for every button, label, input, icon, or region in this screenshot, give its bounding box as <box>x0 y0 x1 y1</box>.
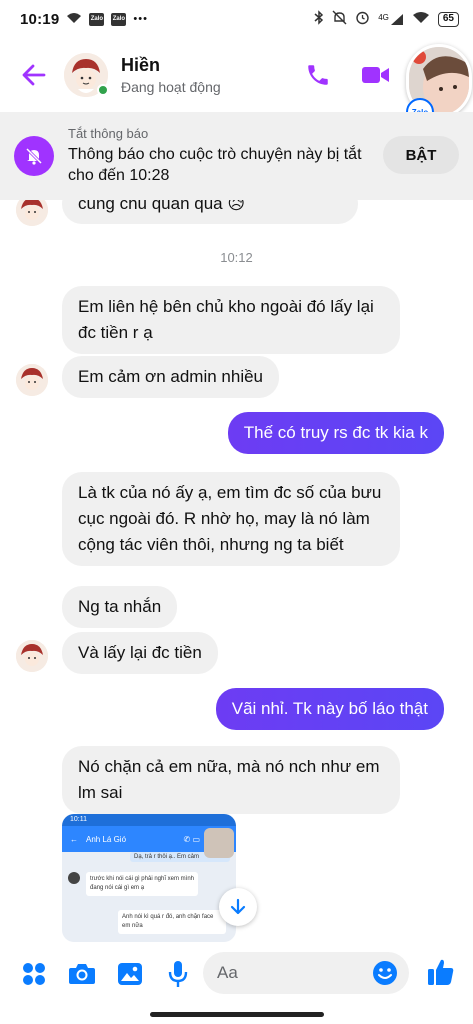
message-bubble[interactable]: Và lấy lại đc tiền <box>62 632 218 674</box>
image-message[interactable]: 10:11 ← Anh Lá Gió ✆ ▭ Dạ, trả r thôi ạ.… <box>62 814 236 942</box>
phone-icon <box>308 65 328 85</box>
voice-call-button[interactable] <box>305 62 331 93</box>
message-bubble[interactable]: Là tk của nó ấy ạ, em tìm đc số của bưu … <box>62 472 400 566</box>
bluetooth-icon <box>314 10 324 28</box>
back-button[interactable] <box>18 59 50 91</box>
notification-body: Thông báo cho cuộc trò chuyện này bị tắt… <box>68 146 362 184</box>
contact-name[interactable]: Hiền <box>121 55 221 76</box>
home-indicator[interactable] <box>150 1012 324 1017</box>
message-bubble-outgoing[interactable]: Thế có truy rs đc tk kia k <box>227 412 444 454</box>
mute-notification-banner: Tắt thông báo Thông báo cho cuộc trò chu… <box>0 112 473 200</box>
microphone-icon <box>168 961 188 987</box>
chat-header: Hiền Đang hoạt động <box>0 38 473 112</box>
thumbs-up-icon <box>428 959 454 985</box>
zalo-notification-icon: Zalo <box>89 12 105 26</box>
message-list[interactable]: cũng chủ quán quá 😥 10:12 Em liên hệ bên… <box>0 200 473 942</box>
video-camera-icon <box>362 67 389 83</box>
status-bar: 10:19 Zalo Zalo ••• 4G 65 <box>0 0 473 38</box>
more-actions-button[interactable] <box>20 960 48 988</box>
message-input-placeholder: Aa <box>217 963 238 982</box>
message-timestamp: 10:12 <box>220 250 253 265</box>
zalo-notification-icon-2: Zalo <box>111 12 127 26</box>
contact-status: Đang hoạt động <box>121 79 221 95</box>
preview-bubble: Anh nói kì quá r đó, anh chặn face em nữ… <box>118 910 226 934</box>
camera-button[interactable] <box>68 960 96 988</box>
sender-avatar <box>16 200 48 226</box>
image-icon <box>118 963 142 985</box>
message-bubble[interactable]: Ng ta nhắn <box>62 586 178 628</box>
arrow-down-icon <box>230 898 246 915</box>
sender-avatar <box>16 364 48 396</box>
preview-back-icon: ← <box>70 834 78 844</box>
message-bubble[interactable]: Em cảm ơn admin nhiều <box>62 356 280 398</box>
online-indicator <box>97 84 109 96</box>
preview-photo <box>204 828 234 858</box>
grid-icon <box>23 963 45 985</box>
alarm-icon <box>355 10 370 28</box>
back-arrow-icon <box>22 64 46 86</box>
emoji-button[interactable] <box>371 959 399 987</box>
video-call-button[interactable] <box>361 64 391 91</box>
message-bubble-outgoing[interactable]: Vãi nhỉ. Tk này bố láo thật <box>215 688 444 730</box>
preview-avatar <box>68 872 80 884</box>
unmute-button[interactable]: BẬT <box>383 136 459 174</box>
message-bubble[interactable]: cũng chủ quán quá 😥 <box>62 200 358 224</box>
more-notifications-icon: ••• <box>133 13 148 25</box>
preview-top-bar: 10:11 <box>62 814 236 826</box>
scroll-to-bottom-button[interactable] <box>219 888 257 926</box>
gallery-button[interactable] <box>116 960 144 988</box>
notification-title: Tắt thông báo <box>68 126 149 141</box>
network-type: 4G <box>378 12 389 22</box>
camera-icon <box>69 964 95 984</box>
message-bubble[interactable]: Nó chặn cả em nữa, mà nó nch như em lm s… <box>62 746 400 814</box>
message-bubble[interactable]: Em liên hệ bên chủ kho ngoài đó lấy lại … <box>62 286 400 354</box>
voice-message-button[interactable] <box>164 960 192 988</box>
battery-indicator: 65 <box>437 11 459 27</box>
preview-call-icons: ✆ ▭ <box>183 834 200 844</box>
preview-contact-name: Anh Lá Gió <box>86 834 127 844</box>
message-composer: Aa <box>0 942 473 1006</box>
contact-avatar[interactable] <box>64 53 109 97</box>
like-button[interactable] <box>426 957 456 992</box>
wifi-icon <box>412 11 430 27</box>
notification-off-icon <box>14 136 54 176</box>
status-time: 10:19 <box>20 10 60 28</box>
mute-icon <box>332 10 347 28</box>
smiley-icon <box>373 961 397 985</box>
message-input[interactable]: Aa <box>203 952 409 994</box>
preview-bubble: trước khi nói cái gì phải nghĩ xem mình … <box>86 872 198 896</box>
signal-icon: 4G <box>378 13 404 26</box>
sender-avatar <box>16 640 48 672</box>
wifi-calling-icon <box>66 11 82 28</box>
